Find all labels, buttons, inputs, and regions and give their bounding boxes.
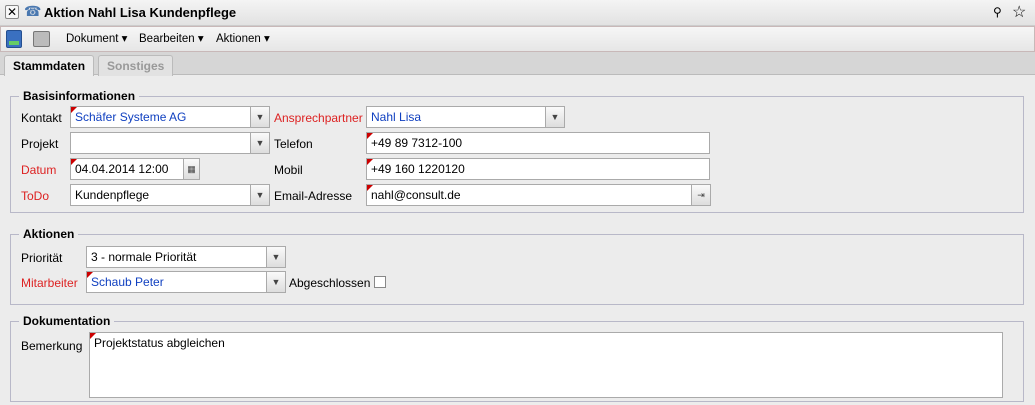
menu-aktionen[interactable]: Aktionen ▾ [216,31,270,45]
doku-legend: Dokumentation [23,314,111,328]
close-icon[interactable]: ✕ [5,5,19,19]
todo-label: ToDo [21,189,50,203]
chevron-down-icon[interactable]: ▼ [266,246,286,268]
calendar-icon[interactable]: ▦ [183,158,200,180]
window-title: Aktion Nahl Lisa Kundenpflege [44,5,237,20]
abgeschlossen-checkbox[interactable] [374,276,386,288]
mobil-label: Mobil [274,163,303,177]
telefon-label: Telefon [274,137,313,151]
mitarb-label: Mitarbeiter [21,276,78,290]
datum-field[interactable]: 04.04.2014 12:00 [70,158,184,180]
email-label: Email-Adresse [274,189,353,203]
save-icon[interactable] [6,30,22,48]
datum-label: Datum [21,163,57,177]
pin-icon[interactable]: ⚲ [993,5,1002,19]
projekt-field[interactable] [70,132,251,154]
mobil-field[interactable]: +49 160 1220120 [366,158,710,180]
prio-field[interactable]: 3 - normale Priorität [86,246,267,268]
todo-field[interactable]: Kundenpflege [70,184,251,206]
chevron-down-icon[interactable]: ▼ [266,271,286,293]
chevron-down-icon[interactable]: ▼ [250,184,270,206]
phone-icon: ☎ [24,3,42,19]
bem-textarea[interactable]: Projektstatus abgleichen [89,332,1003,398]
projekt-label: Projekt [21,137,59,151]
chevron-down-icon[interactable]: ▼ [250,132,270,154]
aktionen-legend: Aktionen [23,227,75,241]
basis-legend: Basisinformationen [23,89,136,103]
bem-label: Bemerkung [21,339,83,353]
ansprech-label: Ansprechpartner [274,111,363,125]
email-field[interactable]: nahl@consult.de [366,184,692,206]
star-icon[interactable]: ☆ [1012,2,1026,22]
print-icon[interactable] [33,31,50,47]
tab-stammdaten[interactable]: Stammdaten [4,55,95,76]
menu-bearbeiten[interactable]: Bearbeiten ▾ [139,31,204,45]
kontakt-field[interactable]: Schäfer Systeme AG [70,106,251,128]
mitarb-field[interactable]: Schaub Peter [86,271,267,293]
chevron-down-icon[interactable]: ▼ [250,106,270,128]
telefon-field[interactable]: +49 89 7312-100 [366,132,710,154]
menu-dokument[interactable]: Dokument ▾ [66,31,127,45]
tab-sonstiges[interactable]: Sonstiges [98,55,174,76]
kontakt-label: Kontakt [21,111,62,125]
prio-label: Priorität [21,251,63,265]
ansprech-field[interactable]: Nahl Lisa [366,106,546,128]
send-mail-icon[interactable]: ⇥ [691,184,711,206]
chevron-down-icon[interactable]: ▼ [545,106,565,128]
abg-label: Abgeschlossen [289,276,371,290]
